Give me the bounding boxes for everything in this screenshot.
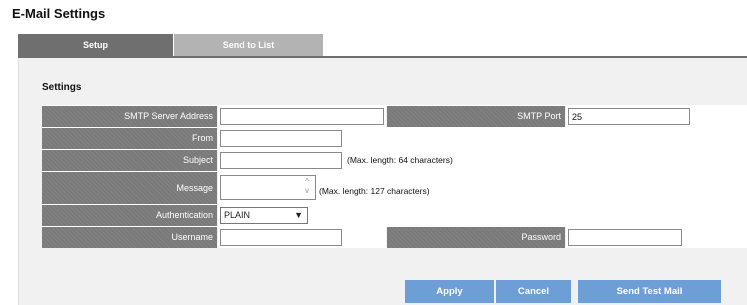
settings-form: SMTP Server Address SMTP Port From Subje… — [42, 105, 747, 248]
message-label: Message — [42, 172, 217, 204]
password-label: Password — [387, 227, 565, 248]
cancel-button[interactable]: Cancel — [496, 280, 571, 303]
settings-panel: Settings SMTP Server Address SMTP Port F… — [18, 58, 747, 305]
tab-send-to-list[interactable]: Send to List — [174, 34, 323, 56]
row-from: From — [42, 127, 747, 149]
smtp-port-label: SMTP Port — [387, 106, 565, 127]
smtp-server-address-input[interactable] — [220, 108, 384, 125]
button-bar: Apply Cancel Send Test Mail — [18, 280, 747, 305]
subject-input[interactable] — [220, 152, 342, 169]
authentication-label: Authentication — [42, 205, 217, 226]
from-label: From — [42, 128, 217, 149]
message-hint: (Max. length: 127 characters) — [319, 186, 430, 196]
scroll-down-icon[interactable]: v — [302, 186, 312, 195]
subject-hint: (Max. length: 64 characters) — [347, 155, 453, 165]
row-subject: Subject (Max. length: 64 characters) — [42, 149, 747, 171]
scroll-up-icon[interactable]: ^ — [302, 177, 312, 186]
smtp-port-input[interactable] — [568, 108, 690, 125]
apply-button[interactable]: Apply — [405, 280, 494, 303]
section-title: Settings — [42, 82, 82, 93]
username-input[interactable] — [220, 229, 342, 246]
chevron-down-icon: ▼ — [294, 210, 303, 220]
username-label: Username — [42, 227, 217, 248]
row-smtp: SMTP Server Address SMTP Port — [42, 105, 747, 127]
row-authentication: Authentication PLAIN ▼ — [42, 204, 747, 226]
message-scroll[interactable]: ^ v — [302, 177, 312, 196]
send-test-mail-button[interactable]: Send Test Mail — [578, 280, 721, 303]
row-credentials: Username Password — [42, 226, 747, 248]
tab-setup[interactable]: Setup — [18, 34, 173, 56]
from-input[interactable] — [220, 130, 342, 147]
page-title: E-Mail Settings — [12, 6, 106, 21]
password-input[interactable] — [568, 229, 682, 246]
authentication-value: PLAIN — [224, 210, 251, 220]
subject-label: Subject — [42, 150, 217, 171]
row-message: Message ^ v (Max. length: 127 characters… — [42, 171, 747, 204]
smtp-server-address-label: SMTP Server Address — [42, 106, 217, 127]
tab-bar: Setup Send to List — [18, 34, 747, 58]
authentication-select[interactable]: PLAIN ▼ — [220, 207, 308, 224]
